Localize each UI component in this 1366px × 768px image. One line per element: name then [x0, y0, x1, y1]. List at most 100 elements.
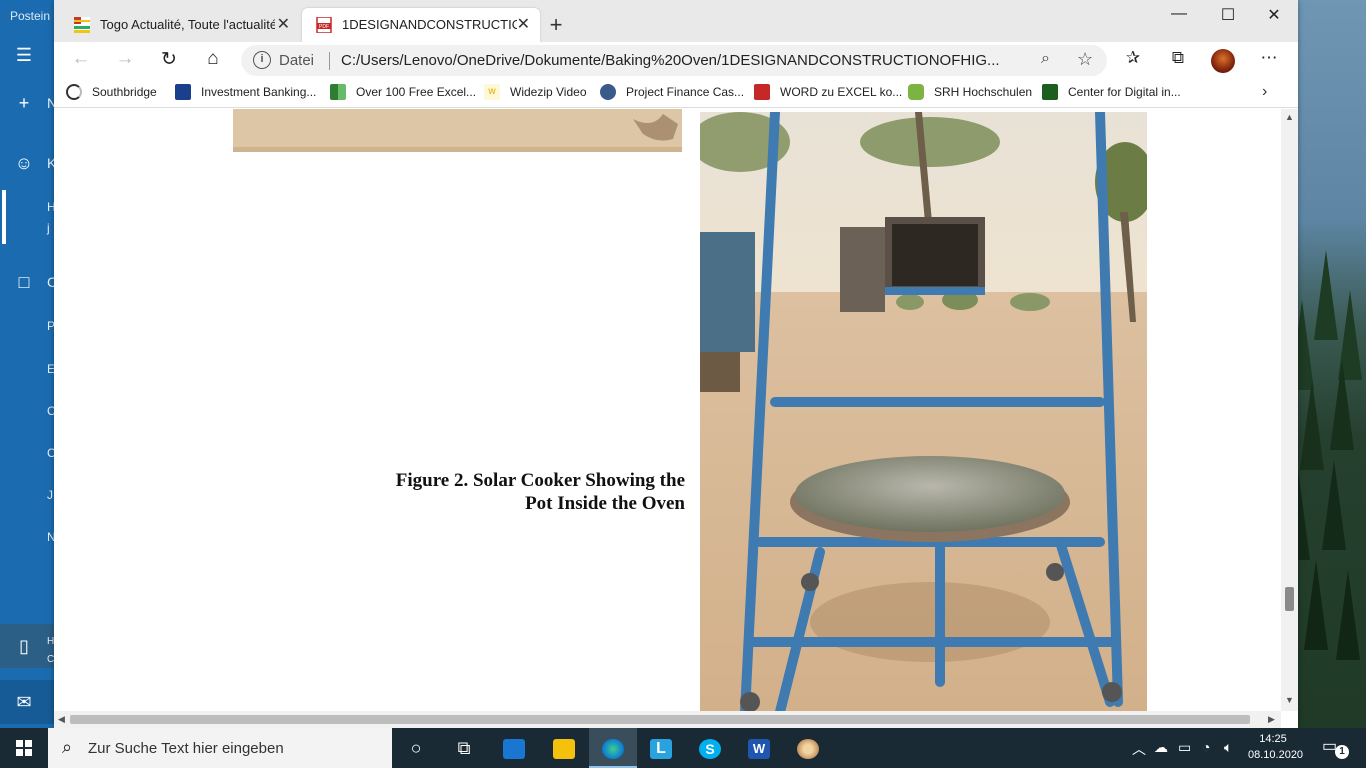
- skype-icon[interactable]: S: [686, 728, 734, 768]
- tab-label: 1DESIGNANDCONSTRUCTIONOF: [342, 17, 517, 32]
- bookmark-excel[interactable]: Over 100 Free Excel...: [330, 84, 476, 102]
- collections-icon[interactable]: ⧉: [1165, 48, 1191, 72]
- windows-taskbar: ⌕ Zur Suche Text hier eingeben ○ ⧉ L S W…: [0, 728, 1366, 768]
- new-mail-plus-icon[interactable]: +: [14, 93, 34, 113]
- taskbar-clock[interactable]: 14:25 08.10.2020: [1248, 731, 1304, 763]
- southbridge-icon: [66, 84, 82, 100]
- tab-togo-actualite[interactable]: Togo Actualité, Toute l'actualité T ✕: [60, 8, 300, 42]
- battery-icon[interactable]: ▭: [1178, 739, 1191, 756]
- clock-date: 08.10.2020: [1248, 749, 1304, 761]
- bookmark-word-zu-excel[interactable]: WORD zu EXCEL ko...: [754, 84, 902, 102]
- mi-logo-icon: [175, 84, 191, 100]
- scroll-right-arrow-icon[interactable]: ▶: [1268, 714, 1275, 725]
- notification-center-icon[interactable]: ▭ 1: [1322, 736, 1349, 760]
- maximize-icon[interactable]: ☐: [1213, 5, 1243, 29]
- horizontal-scroll-thumb[interactable]: [70, 715, 1250, 724]
- bookmark-center-digital[interactable]: Center for Digital in...: [1042, 84, 1181, 102]
- address-scheme: Datei: [279, 52, 315, 69]
- bookmark-label: Investment Banking...: [201, 85, 317, 99]
- paint-palette-icon[interactable]: [784, 728, 832, 768]
- taskbar-search[interactable]: ⌕ Zur Suche Text hier eingeben: [48, 728, 392, 768]
- bookmark-project-finance[interactable]: Project Finance Cas...: [600, 84, 744, 102]
- new-tab-button[interactable]: +: [544, 12, 568, 38]
- word-icon[interactable]: W: [735, 728, 783, 768]
- caption-line-1: Figure 2. Solar Cooker Showing the: [395, 470, 685, 491]
- bookmark-label: Widezip Video: [510, 85, 587, 99]
- volume-icon[interactable]: 🔈︎: [1224, 739, 1232, 756]
- accounts-person-icon[interactable]: ☺: [14, 153, 34, 173]
- close-tab-icon[interactable]: ✕: [277, 14, 290, 34]
- folder-icon[interactable]: □: [14, 272, 34, 292]
- selected-account-indicator: [2, 190, 6, 244]
- solar-cooker-photo: [700, 112, 1147, 711]
- togo-favicon-icon: [74, 17, 90, 33]
- mail-envelope-icon: ✉: [16, 692, 32, 712]
- hamburger-menu-icon[interactable]: ☰: [14, 45, 34, 65]
- start-button[interactable]: [0, 728, 48, 768]
- info-icon[interactable]: i: [253, 51, 271, 69]
- figure-caption: Figure 2. Solar Cooker Showing the Pot I…: [285, 469, 685, 515]
- scroll-left-arrow-icon[interactable]: ◀: [58, 714, 65, 725]
- bookmark-srh-hochschulen[interactable]: SRH Hochschulen: [908, 84, 1032, 102]
- favorites-list-icon[interactable]: ✰: [1120, 48, 1146, 72]
- task-view-icon[interactable]: ⧉: [440, 728, 488, 768]
- chevron-right-icon[interactable]: ›: [1262, 83, 1267, 101]
- close-tab-icon[interactable]: ✕: [517, 14, 530, 34]
- onedrive-cloud-icon[interactable]: ☁: [1154, 739, 1168, 756]
- wifi-icon[interactable]: ◔: [1202, 739, 1210, 755]
- mail-row[interactable]: ✉: [0, 680, 55, 724]
- horizontal-scrollbar[interactable]: ◀ ▶: [54, 711, 1281, 728]
- profile-avatar[interactable]: [1211, 49, 1235, 73]
- forward-arrow-icon[interactable]: →: [112, 48, 138, 72]
- home-icon[interactable]: ⌂: [200, 48, 226, 72]
- cortana-circle-icon[interactable]: ○: [392, 728, 440, 768]
- bookmark-label: SRH Hochschulen: [934, 85, 1033, 99]
- phone-row[interactable]: ▯ H C: [0, 624, 55, 668]
- browser-window: Togo Actualité, Toute l'actualité T ✕ PD…: [54, 0, 1298, 728]
- minimize-icon[interactable]: —: [1164, 5, 1194, 29]
- svg-text:PDF: PDF: [319, 24, 329, 30]
- bcg-logo-icon: [1042, 84, 1058, 100]
- mail-app-title: Postein: [10, 9, 51, 23]
- phone-icon: ▯: [19, 636, 29, 656]
- tab-label: Togo Actualité, Toute l'actualité T: [100, 17, 275, 32]
- notification-count-badge: 1: [1335, 745, 1349, 759]
- bookmark-investment-banking[interactable]: Investment Banking...: [175, 84, 316, 102]
- address-url[interactable]: C:/Users/Lenovo/OneDrive/Dokumente/Bakin…: [341, 52, 1031, 69]
- zoom-magnifier-icon[interactable]: ⌕: [1041, 50, 1050, 68]
- nav-letter: j: [47, 221, 50, 235]
- search-placeholder: Zur Suche Text hier eingeben: [88, 740, 284, 757]
- clock-time: 14:25: [1259, 733, 1287, 745]
- close-window-icon[interactable]: ✕: [1259, 5, 1289, 29]
- bookmark-southbridge[interactable]: Southbridge: [66, 84, 157, 102]
- more-options-icon[interactable]: ⋯: [1256, 48, 1282, 72]
- refresh-icon[interactable]: ↻: [156, 48, 182, 72]
- pdf-viewport: Figure 2. Solar Cooker Showing the Pot I…: [54, 109, 1298, 711]
- bookmark-label: WORD zu EXCEL ko...: [780, 85, 903, 99]
- chevron-up-icon[interactable]: ︿: [1132, 739, 1146, 759]
- bookmark-label: Center for Digital in...: [1068, 85, 1181, 99]
- bookmark-label: Over 100 Free Excel...: [356, 85, 477, 99]
- scroll-up-arrow-icon[interactable]: ▲: [1285, 112, 1294, 122]
- tab-strip: Togo Actualité, Toute l'actualité T ✕ PD…: [54, 0, 1298, 42]
- address-bar[interactable]: i Datei C:/Users/Lenovo/OneDrive/Dokumen…: [241, 45, 1107, 76]
- l-app-icon[interactable]: L: [637, 728, 685, 768]
- file-explorer-icon[interactable]: [540, 728, 588, 768]
- bookmark-label: Southbridge: [92, 85, 157, 99]
- edge-browser-icon[interactable]: [589, 728, 637, 768]
- tab-pdf-document[interactable]: PDF 1DESIGNANDCONSTRUCTIONOF ✕: [302, 8, 540, 42]
- search-icon: ⌕: [62, 737, 73, 757]
- forest-wallpaper: [1286, 0, 1366, 728]
- caption-line-2: Pot Inside the Oven: [525, 493, 685, 514]
- widezip-w-icon: w: [484, 84, 500, 100]
- favorite-star-icon[interactable]: ☆: [1077, 49, 1093, 70]
- scroll-down-arrow-icon[interactable]: ▼: [1285, 695, 1294, 705]
- figure-photo-top: [233, 109, 682, 152]
- vertical-scroll-thumb[interactable]: [1285, 587, 1294, 611]
- windows-logo-icon: [16, 740, 32, 756]
- nav-letter: J: [47, 488, 53, 502]
- vertical-scrollbar[interactable]: ▲ ▼: [1281, 109, 1298, 711]
- back-arrow-icon[interactable]: ←: [68, 48, 94, 72]
- mail-app-icon[interactable]: [490, 728, 538, 768]
- bookmark-widezip[interactable]: w Widezip Video: [484, 84, 587, 102]
